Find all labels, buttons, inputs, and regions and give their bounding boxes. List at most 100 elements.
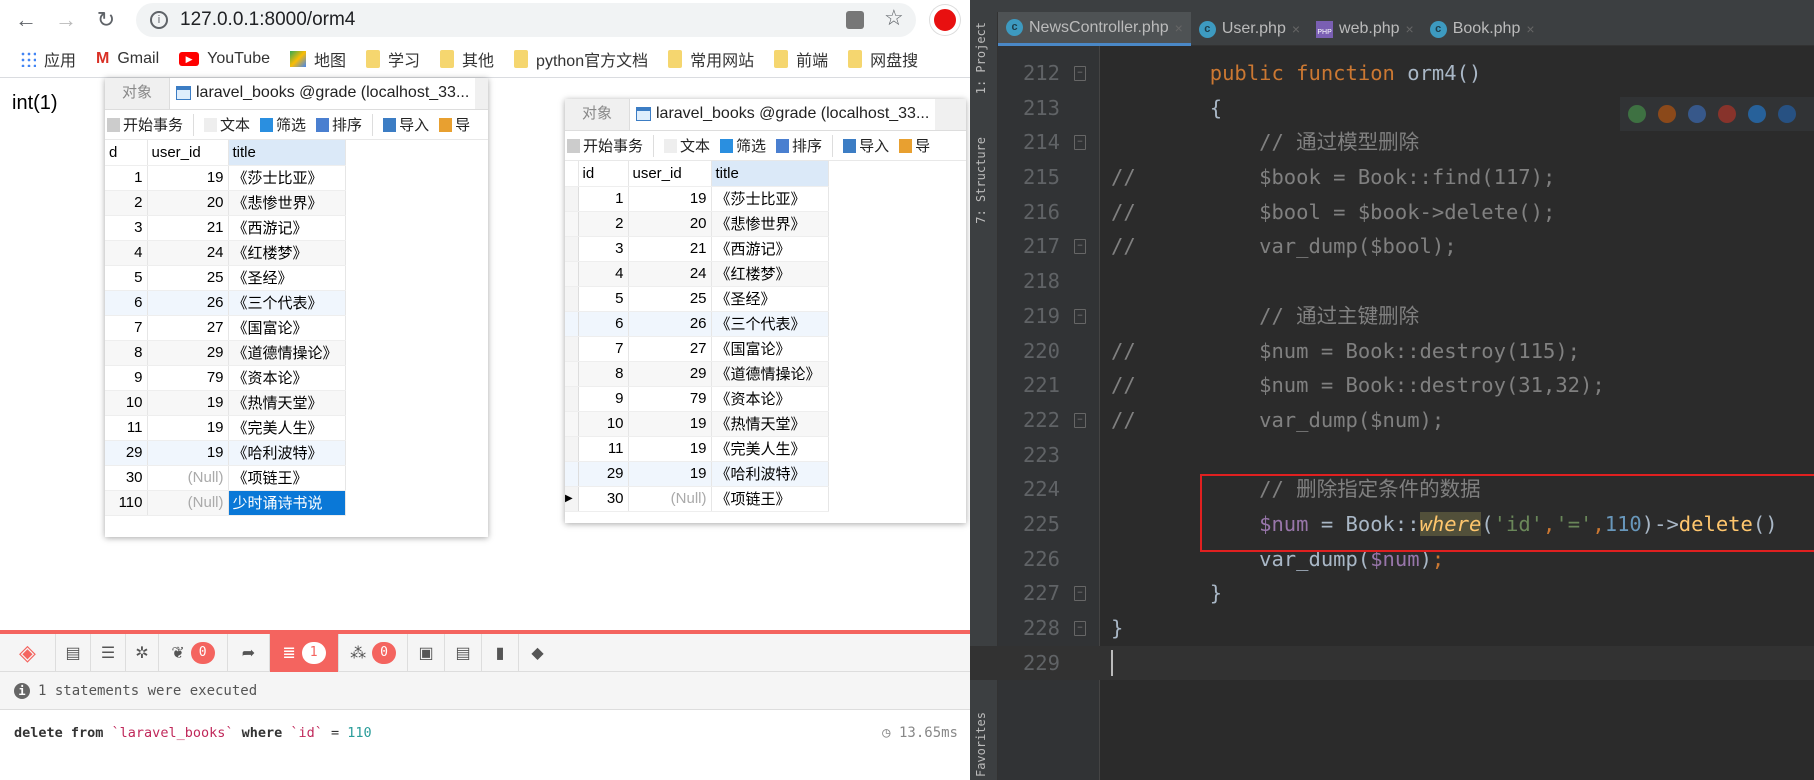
column-header-title[interactable]: title [228, 140, 346, 166]
cell-id[interactable]: 10 [578, 411, 629, 437]
cell-d[interactable]: 1 [105, 165, 148, 191]
sort-button[interactable]: 排序 [316, 114, 362, 135]
cell-user_id[interactable]: 19 [628, 411, 712, 437]
table-row[interactable]: 8 29 《道德情操论》 [105, 340, 346, 366]
table-row[interactable]: 11 19 《完美人生》 [105, 415, 346, 441]
cell-title[interactable]: 《哈利波特》 [228, 440, 346, 466]
cell-d[interactable]: 11 [105, 415, 148, 441]
cell-title[interactable]: 《圣经》 [711, 286, 829, 312]
table-row[interactable]: 5 25 《圣经》 [565, 286, 829, 312]
code-line[interactable]: 215 // $book = Book::find(117); [970, 160, 1814, 195]
cell-user_id[interactable]: 19 [147, 390, 229, 416]
cell-user_id[interactable]: 20 [628, 211, 712, 237]
fold-icon[interactable]: − [1074, 308, 1086, 324]
code-line[interactable]: 229 [970, 645, 1814, 681]
table-row[interactable]: 2 20 《悲惨世界》 [565, 211, 829, 237]
bookmark-folder[interactable]: 网盘搜 [848, 47, 918, 71]
cell-title[interactable]: 《项链王》 [228, 465, 346, 491]
messages-tab[interactable]: ▤ [56, 634, 91, 672]
laravel-logo-icon[interactable]: ◈ [0, 634, 56, 672]
cell-id[interactable]: 3 [578, 236, 629, 262]
code-line[interactable]: 218 [970, 264, 1814, 299]
tab-objects[interactable]: 对象 [105, 78, 170, 109]
code-line[interactable]: 221 // $num = Book::destroy(31,32); [970, 368, 1814, 403]
cell-user_id[interactable]: 79 [628, 386, 712, 412]
code-line[interactable]: 227− } [970, 576, 1814, 611]
cell-user_id[interactable]: 21 [147, 215, 229, 241]
edge-icon[interactable] [1778, 105, 1796, 123]
cell-user_id[interactable]: 24 [147, 240, 229, 266]
cell-id[interactable]: 8 [578, 361, 629, 387]
fold-icon[interactable]: − [1074, 135, 1086, 151]
cell-d[interactable]: 10 [105, 390, 148, 416]
table-row[interactable]: 10 19 《热情天堂》 [105, 390, 346, 416]
table-row[interactable]: ▶ 30 (Null) 《项链王》 [565, 486, 829, 512]
exceptions-tab[interactable]: ✲ [126, 634, 159, 672]
code-line[interactable]: 222− // var_dump($num); [970, 403, 1814, 438]
table-row[interactable]: 110 (Null) 少时诵诗书说 [105, 490, 346, 516]
data-grid[interactable]: d user_id title 1 19 《莎士比亚》 2 20 《悲惨世界》 3 21 《西游记》 4… [105, 140, 346, 516]
ie-icon[interactable] [1748, 105, 1766, 123]
reload-icon[interactable]: ↻ [92, 6, 120, 34]
table-row[interactable]: 11 19 《完美人生》 [565, 436, 829, 462]
code-line[interactable]: 219− // 通过主键删除 [970, 299, 1814, 334]
tab-book[interactable]: c Book.php × [1422, 12, 1543, 46]
cell-d[interactable]: 30 [105, 465, 148, 491]
row-indicator[interactable] [565, 211, 579, 237]
cell-id[interactable]: 2 [578, 211, 629, 237]
table-row[interactable]: 4 24 《红楼梦》 [565, 261, 829, 287]
cell-title[interactable]: 《红楼梦》 [711, 261, 829, 287]
tab-web[interactable]: PHP web.php × [1308, 12, 1422, 46]
text-button[interactable]: 文本 [204, 114, 250, 135]
cell-title[interactable]: 《资本论》 [711, 386, 829, 412]
cell-id[interactable]: 5 [578, 286, 629, 312]
import-button[interactable]: 导入 [843, 135, 889, 156]
cell-user_id[interactable]: (Null) [628, 486, 712, 512]
forward-icon[interactable]: → [52, 6, 80, 34]
cell-d[interactable]: 29 [105, 440, 148, 466]
cell-user_id[interactable]: 27 [147, 315, 229, 341]
filter-button[interactable]: 筛选 [260, 114, 306, 135]
cell-title[interactable]: 《莎士比亚》 [228, 165, 346, 191]
mails-tab[interactable]: ▣ [408, 634, 445, 672]
table-row[interactable]: 29 19 《哈利波特》 [105, 440, 346, 466]
row-indicator[interactable]: ▶ [565, 486, 579, 512]
url-text[interactable]: 127.0.0.1:8000/orm4 [180, 3, 355, 37]
bookmark-maps[interactable]: 地图 [290, 47, 346, 71]
tab-user[interactable]: c User.php × [1191, 12, 1308, 46]
cell-user_id[interactable]: 19 [147, 165, 229, 191]
cell-user_id[interactable]: 19 [628, 461, 712, 487]
table-row[interactable]: 7 27 《国富论》 [565, 336, 829, 362]
tab-objects[interactable]: 对象 [565, 99, 630, 130]
cell-id[interactable]: 1 [578, 186, 629, 212]
table-row[interactable]: 4 24 《红楼梦》 [105, 240, 346, 266]
cell-id[interactable]: 30 [578, 486, 629, 512]
cell-user_id[interactable]: 26 [628, 311, 712, 337]
route-tab[interactable]: ➦ [228, 634, 270, 672]
bookmark-youtube[interactable]: ▶ YouTube [179, 50, 270, 68]
translate-icon[interactable] [846, 11, 864, 29]
cell-d[interactable]: 8 [105, 340, 148, 366]
fold-icon[interactable]: − [1074, 239, 1086, 255]
models-tab[interactable]: ⁂ 0 [339, 634, 408, 672]
cell-user_id[interactable]: 19 [628, 186, 712, 212]
bookmark-folder[interactable]: 常用网站 [668, 47, 754, 71]
export-button[interactable]: 导 [899, 135, 930, 156]
row-indicator[interactable] [565, 286, 579, 312]
row-indicator[interactable] [565, 336, 579, 362]
cell-id[interactable]: 11 [578, 436, 629, 462]
fold-icon[interactable]: − [1074, 621, 1086, 636]
code-line[interactable]: 217− // var_dump($bool); [970, 229, 1814, 264]
cell-user_id[interactable]: (Null) [147, 465, 229, 491]
views-tab[interactable]: ❦ 0 [159, 634, 228, 672]
firefox-icon[interactable] [1658, 105, 1676, 123]
row-indicator[interactable] [565, 236, 579, 262]
table-row[interactable]: 29 19 《哈利波特》 [565, 461, 829, 487]
table-row[interactable]: 10 19 《热情天堂》 [565, 411, 829, 437]
table-row[interactable]: 30 (Null) 《项链王》 [105, 465, 346, 491]
cell-title[interactable]: 《完美人生》 [228, 415, 346, 441]
cell-title[interactable]: 《悲惨世界》 [711, 211, 829, 237]
code-line[interactable]: 212− public function orm4() [970, 56, 1814, 91]
favorites-tool-tab[interactable]: Favorites [974, 712, 988, 777]
cell-title[interactable]: 《哈利波特》 [711, 461, 829, 487]
